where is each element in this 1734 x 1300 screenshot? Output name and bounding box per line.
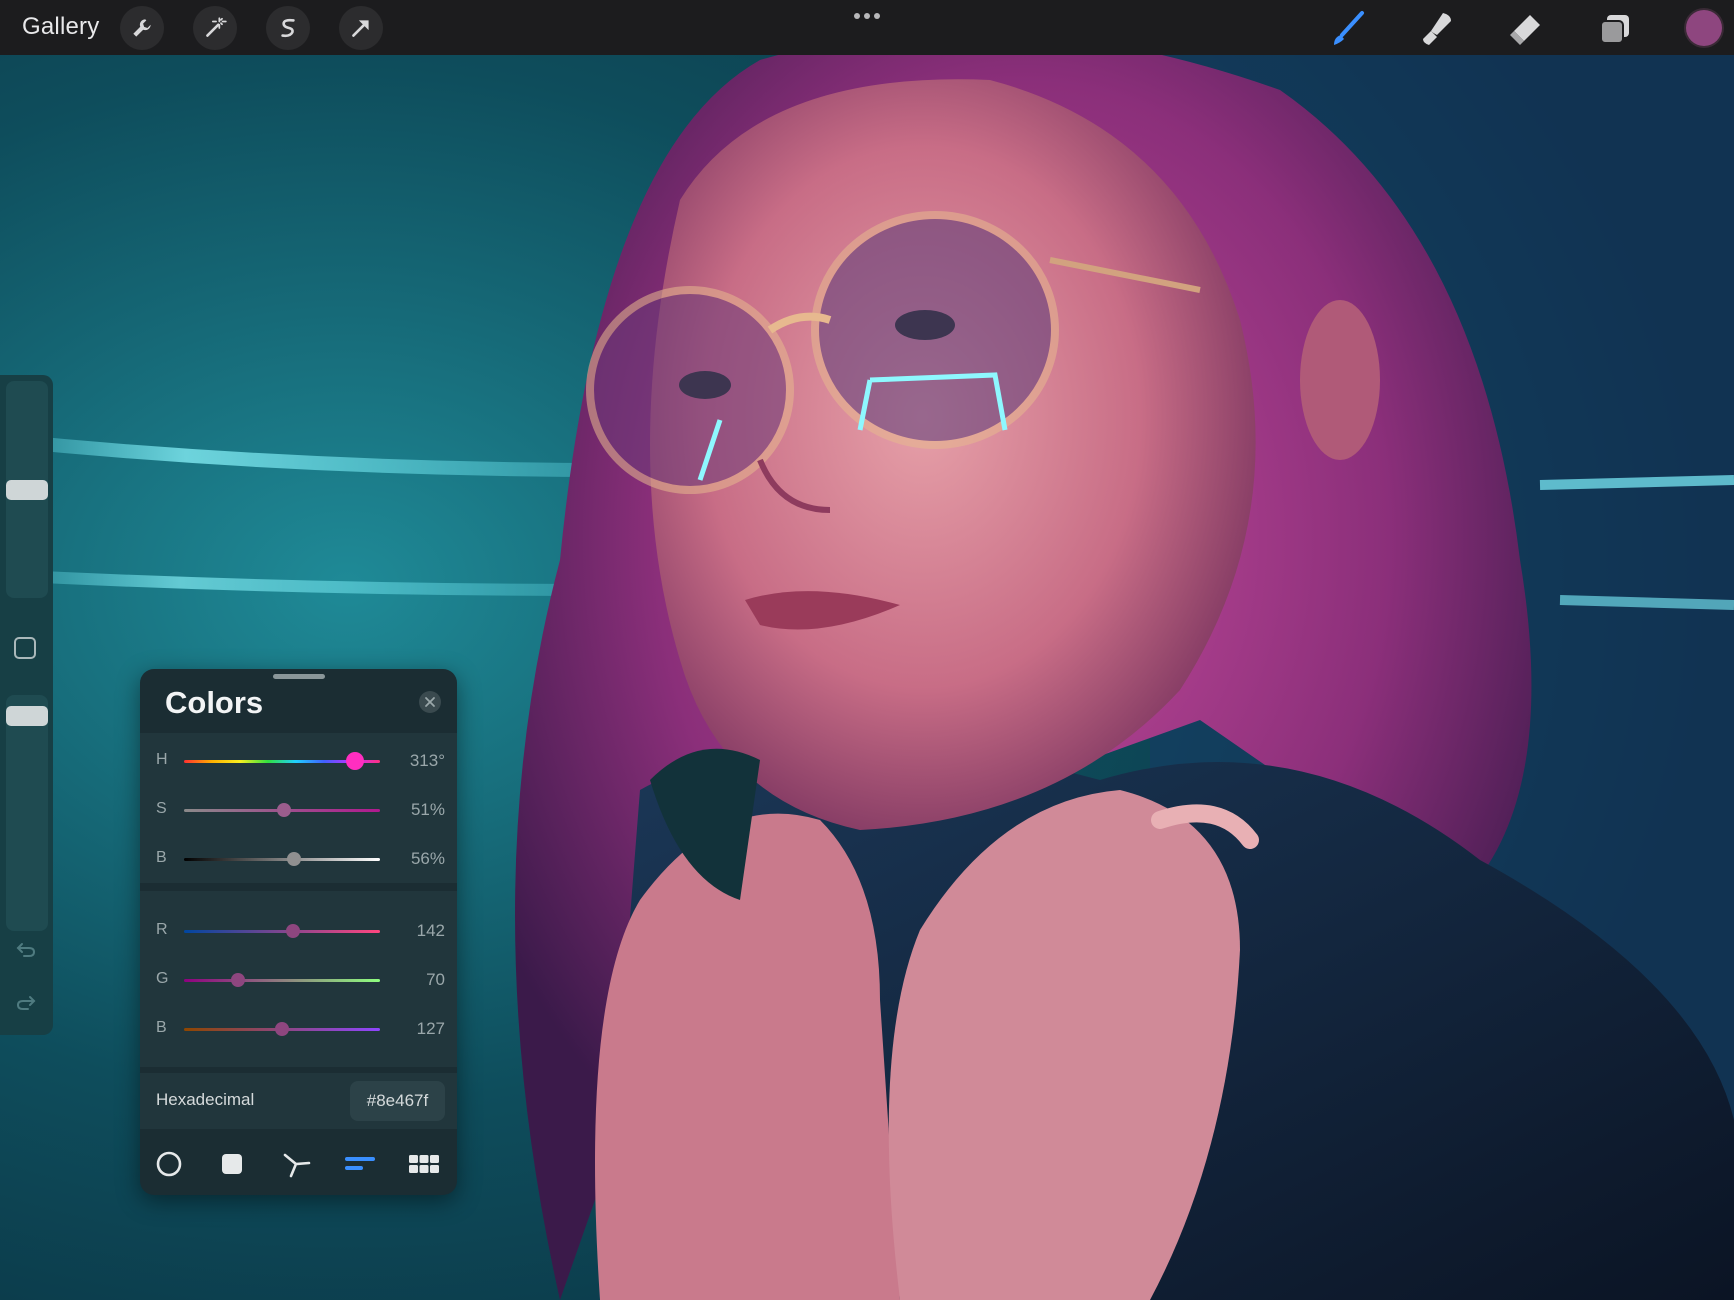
hue-label: H: [156, 751, 168, 768]
red-track[interactable]: [184, 930, 380, 933]
hue-row[interactable]: H 313°: [140, 741, 457, 781]
green-row[interactable]: G 70: [140, 960, 457, 1000]
colors-panel: Colors H 313° S 51% B 56% R 142 G 70 B 1…: [140, 669, 457, 1195]
red-value: 142: [416, 921, 445, 940]
gallery-button[interactable]: Gallery: [22, 13, 99, 41]
red-label: R: [156, 921, 168, 938]
undo-icon[interactable]: [12, 935, 40, 963]
smudge-icon[interactable]: [1417, 9, 1457, 49]
wrench-icon[interactable]: [120, 6, 164, 50]
more-options-icon[interactable]: [852, 6, 882, 26]
disc-icon[interactable]: [152, 1147, 186, 1181]
saturation-row[interactable]: S 51%: [140, 790, 457, 830]
hexadecimal-input[interactable]: #8e467f: [350, 1081, 445, 1121]
hue-knob[interactable]: [347, 754, 362, 768]
magic-wand-icon[interactable]: [193, 6, 237, 50]
panel-grabber[interactable]: [273, 674, 325, 679]
top-toolbar: Gallery: [0, 0, 1734, 55]
red-row[interactable]: R 142: [140, 911, 457, 951]
hsb-section: H 313° S 51% B 56%: [140, 733, 457, 883]
red-knob[interactable]: [286, 924, 301, 938]
hue-value: 313°: [409, 751, 445, 770]
brightness-label: B: [156, 849, 167, 866]
left-sidebar: [0, 375, 53, 1035]
current-color-swatch[interactable]: [1686, 10, 1722, 46]
blue-label: B: [156, 1019, 167, 1036]
harmony-icon[interactable]: [279, 1147, 313, 1181]
value-sliders-icon[interactable]: [343, 1147, 377, 1181]
eraser-icon[interactable]: [1506, 9, 1546, 49]
saturation-label: S: [156, 800, 167, 817]
transform-arrow-icon[interactable]: [339, 6, 383, 50]
blue-row[interactable]: B 127: [140, 1009, 457, 1049]
brightness-row[interactable]: B 56%: [140, 839, 457, 879]
close-icon: [425, 697, 435, 707]
brush-icon[interactable]: [1328, 9, 1368, 49]
green-track[interactable]: [184, 979, 380, 982]
blue-value: 127: [416, 1019, 445, 1038]
saturation-knob[interactable]: [276, 803, 291, 817]
hexadecimal-label: Hexadecimal: [156, 1090, 255, 1109]
brightness-knob[interactable]: [286, 852, 301, 866]
classic-square-icon[interactable]: [215, 1147, 249, 1181]
selection-icon[interactable]: [266, 6, 310, 50]
green-knob[interactable]: [230, 973, 245, 987]
blue-knob[interactable]: [274, 1022, 289, 1036]
opacity-thumb[interactable]: [6, 705, 48, 726]
brightness-value: 56%: [410, 849, 445, 868]
brush-size-thumb[interactable]: [6, 479, 48, 500]
saturation-value: 51%: [410, 800, 445, 819]
palettes-grid-icon[interactable]: [407, 1147, 441, 1181]
green-value: 70: [426, 970, 445, 989]
redo-icon[interactable]: [12, 988, 40, 1016]
hexadecimal-row: Hexadecimal #8e467f: [140, 1073, 457, 1129]
modify-button[interactable]: [14, 637, 36, 659]
color-mode-bar: [140, 1133, 457, 1195]
layers-icon[interactable]: [1595, 9, 1635, 49]
opacity-slider[interactable]: [6, 695, 48, 931]
panel-title: Colors: [165, 685, 264, 720]
green-label: G: [156, 970, 169, 987]
close-button[interactable]: [419, 691, 441, 713]
brightness-track[interactable]: [184, 858, 380, 861]
rgb-section: R 142 G 70 B 127: [140, 891, 457, 1067]
